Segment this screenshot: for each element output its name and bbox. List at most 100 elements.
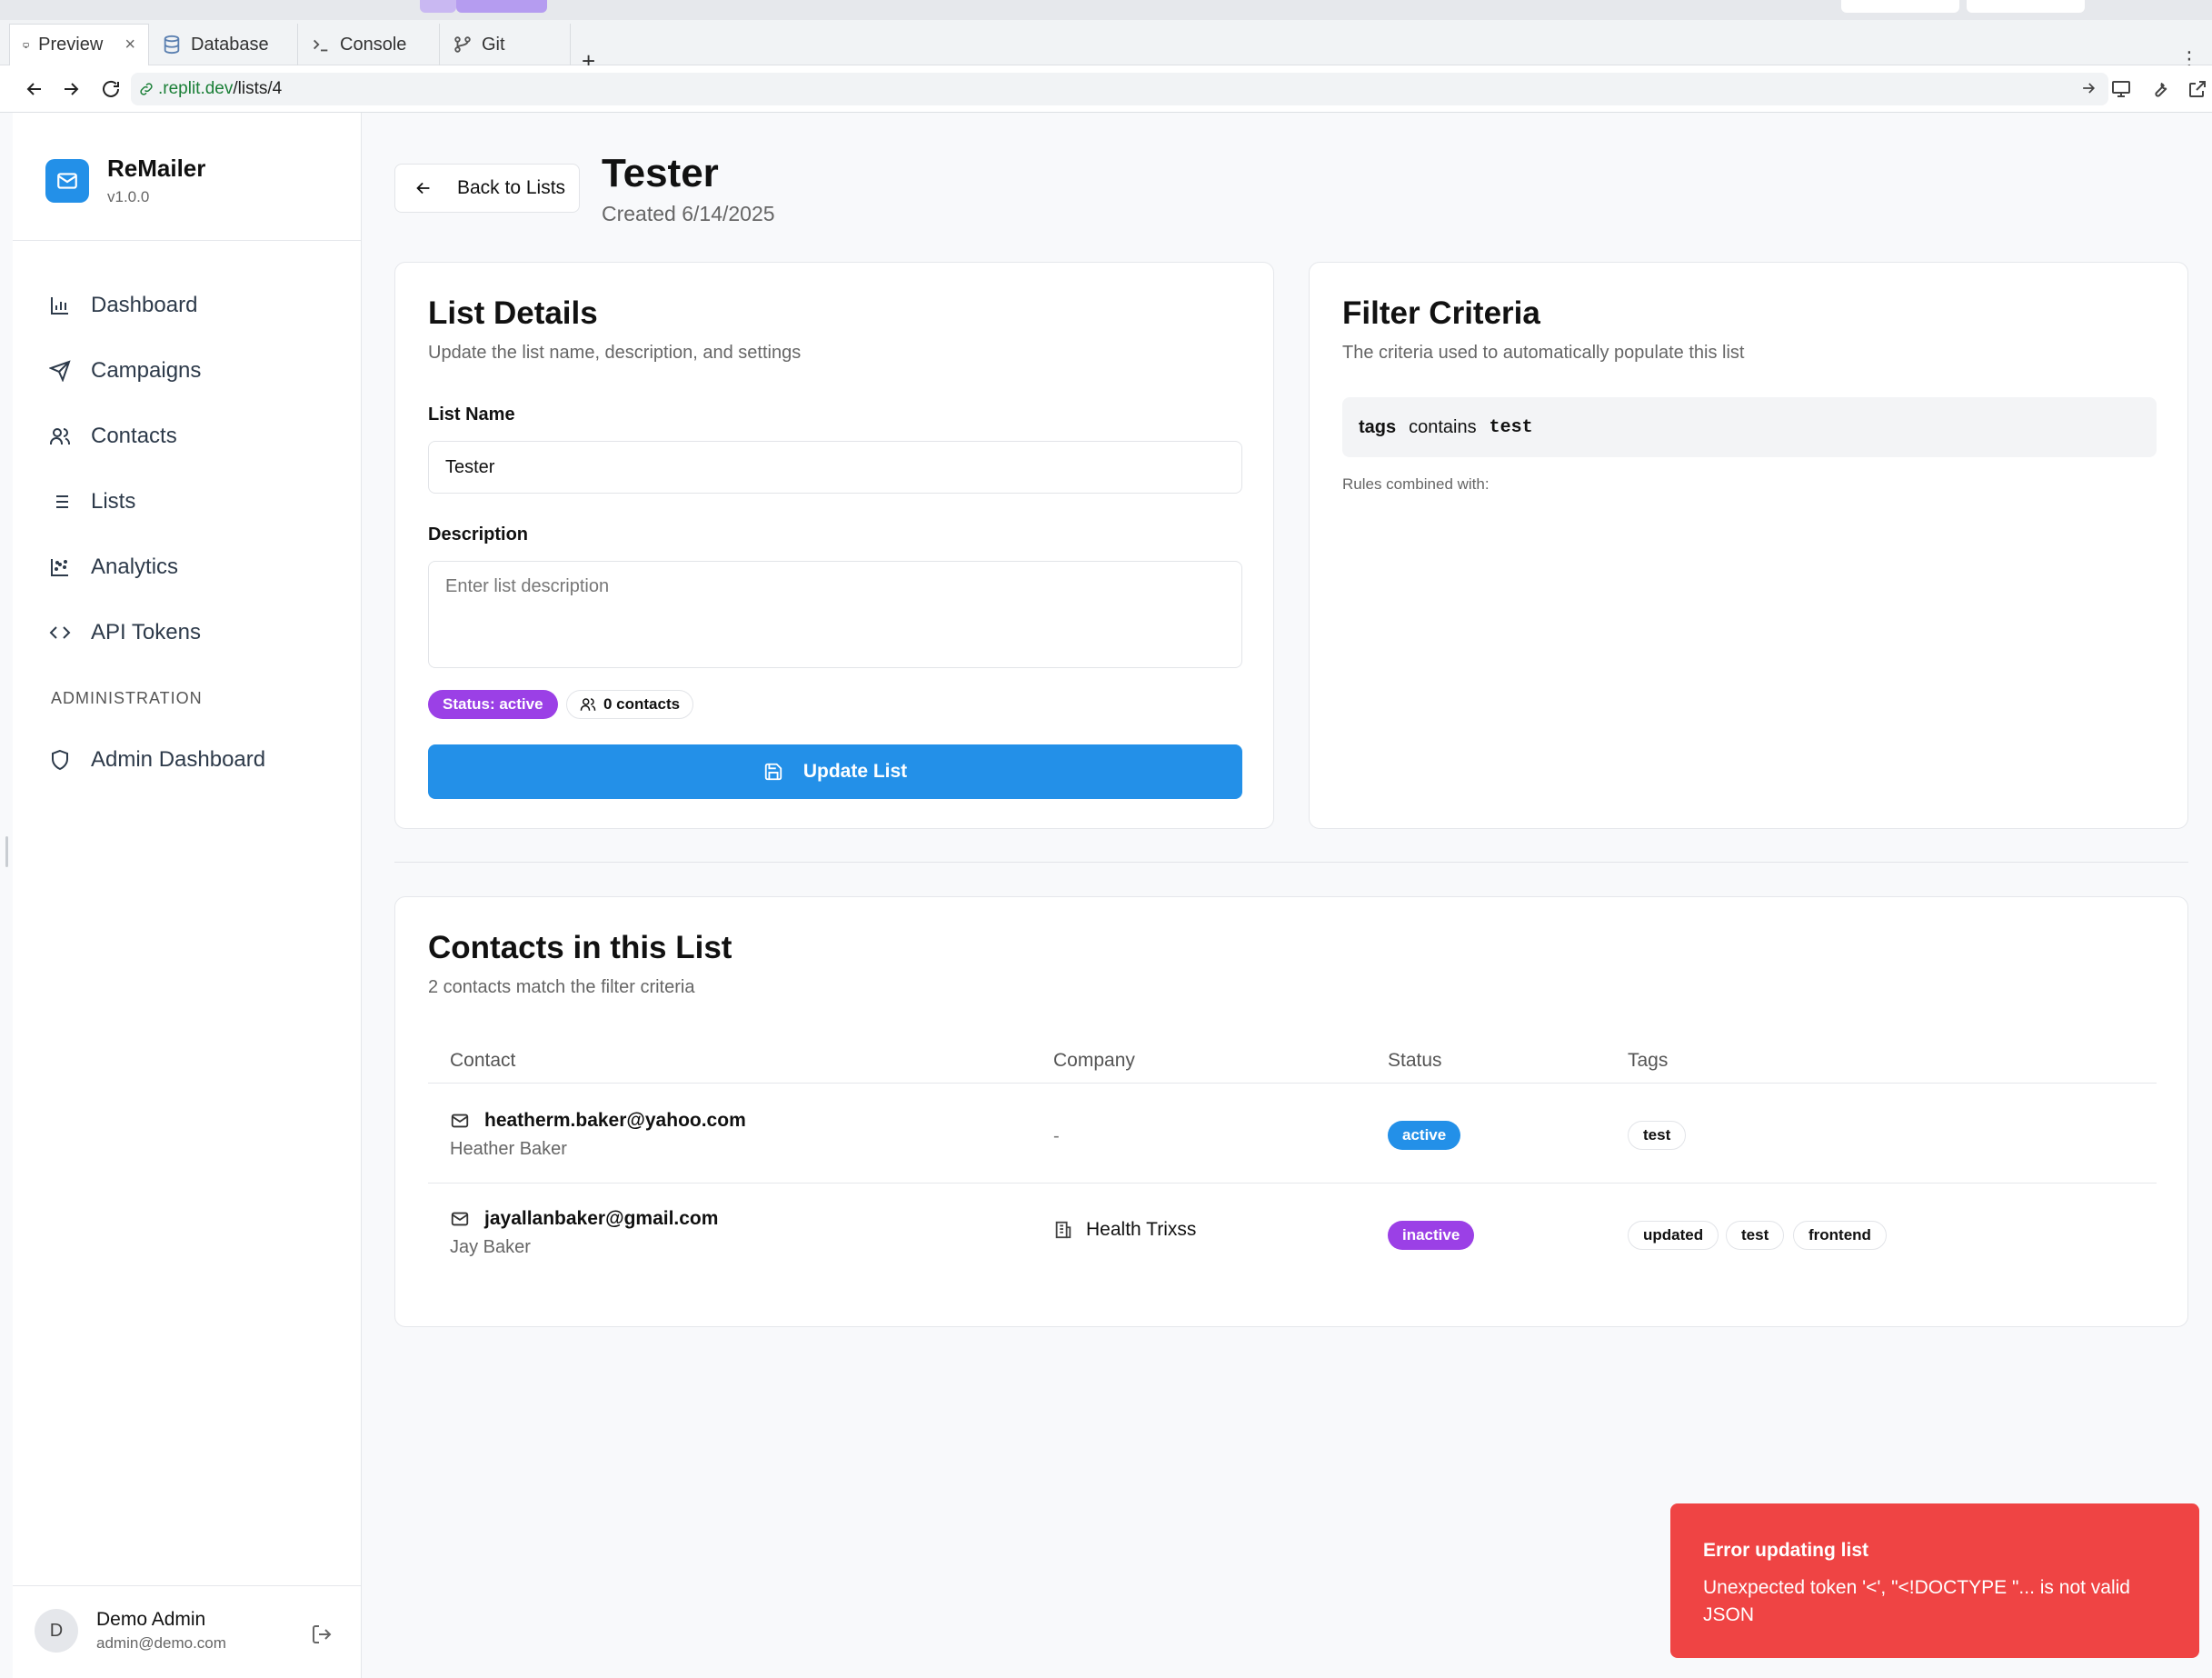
users-icon (580, 698, 596, 711)
list-name-input[interactable] (428, 441, 1242, 494)
brand-version: v1.0.0 (107, 188, 150, 205)
rule-field: tags (1359, 416, 1397, 437)
back-to-lists-button[interactable]: Back to Lists (394, 164, 580, 213)
top-control (1967, 0, 2085, 13)
url-path: /lists/4 (233, 79, 283, 98)
sidebar-item-label: Contacts (91, 424, 177, 448)
column-header: Contact (450, 1050, 516, 1071)
url-domain: .replit.dev (158, 79, 234, 98)
divider (13, 240, 362, 241)
column-header: Status (1388, 1050, 1442, 1071)
close-icon[interactable]: × (125, 35, 135, 55)
users-icon (50, 428, 70, 444)
rule-value: test (1489, 416, 1533, 438)
company-name: Health Trixss (1086, 1219, 1197, 1240)
workspace-pill (420, 0, 456, 13)
list-details-card: List Details Update the list name, descr… (394, 262, 1274, 829)
save-icon (764, 763, 782, 781)
update-list-button[interactable]: Update List (428, 744, 1242, 799)
avatar: D (35, 1609, 78, 1653)
reload-icon (103, 80, 119, 97)
tag-badge: frontend (1793, 1221, 1887, 1250)
building-icon (1055, 1221, 1071, 1239)
back-nav-button[interactable] (22, 76, 47, 102)
url-tools (2110, 78, 2208, 100)
update-button-label: Update List (802, 761, 908, 782)
shield-icon (52, 749, 68, 771)
status-badge: Status: active (428, 690, 558, 719)
sidebar-item-label: API Tokens (91, 620, 201, 644)
description-textarea[interactable] (428, 561, 1242, 668)
tab-git[interactable]: Git (440, 24, 571, 65)
page-title: Tester (602, 151, 719, 195)
sidebar-item-api-tokens[interactable]: API Tokens (49, 600, 201, 665)
tab-preview[interactable]: Preview × (9, 24, 149, 65)
divider (13, 1585, 362, 1586)
contacts-count-label: 0 contacts (603, 695, 681, 713)
tab-label: Console (340, 34, 407, 55)
back-button-label: Back to Lists (457, 177, 566, 198)
sidebar-nav: Dashboard Campaigns Contacts Lists Analy… (49, 273, 201, 665)
mail-logo-icon (45, 158, 89, 203)
wrench-icon[interactable] (2148, 78, 2170, 100)
url-bar: .replit.dev/lists/4 (0, 65, 2212, 113)
status-badge: inactive (1388, 1221, 1475, 1250)
top-control (1841, 0, 1959, 13)
external-link-icon[interactable] (2187, 78, 2208, 100)
sidebar-item-contacts[interactable]: Contacts (49, 404, 201, 469)
address-input[interactable]: .replit.dev/lists/4 (131, 73, 2108, 105)
tag-badge: updated (1628, 1221, 1719, 1250)
sidebar-item-dashboard[interactable]: Dashboard (49, 273, 201, 338)
mail-icon (451, 1212, 469, 1226)
go-arrow-icon[interactable] (2079, 79, 2097, 97)
tag-badge: test (1726, 1221, 1785, 1250)
os-top-strip (0, 0, 2212, 20)
card-description: The criteria used to automatically popul… (1342, 343, 1745, 363)
divider (428, 1183, 2157, 1184)
toast-message: Unexpected token '<', "<!DOCTYPE "... is… (1703, 1577, 2130, 1625)
rules-combined-label: Rules combined with: (1342, 475, 1490, 493)
reload-button[interactable] (98, 76, 124, 102)
forward-nav-button[interactable] (58, 76, 84, 102)
contacts-count-badge: 0 contacts (566, 690, 694, 719)
contact-email: heatherm.baker@yahoo.com (450, 1110, 746, 1132)
tab-label: Git (482, 34, 505, 55)
contacts-card: Contacts in this List 2 contacts match t… (394, 896, 2188, 1327)
link-icon (140, 83, 153, 95)
arrow-left-icon (26, 83, 41, 95)
card-description: 2 contacts match the filter criteria (428, 977, 695, 997)
brand[interactable]: ReMailer v1.0.0 (45, 155, 205, 206)
tab-database[interactable]: Database (149, 24, 298, 65)
admin-nav: Admin Dashboard (49, 727, 265, 793)
arrow-right-icon (65, 83, 79, 95)
terminal-icon (314, 39, 328, 52)
list-name-label: List Name (428, 405, 515, 424)
logout-button[interactable] (311, 1623, 333, 1650)
company-empty: - (1053, 1126, 1060, 1146)
sidebar-item-label: Admin Dashboard (91, 747, 266, 772)
sidebar: ReMailer v1.0.0 Dashboard Campaigns Cont… (13, 113, 362, 1678)
tab-console[interactable]: Console (298, 24, 440, 65)
code-icon (49, 626, 71, 639)
toast-title: Error updating list (1703, 1540, 1869, 1561)
card-description: Update the list name, description, and s… (428, 343, 802, 363)
status-badge: active (1388, 1121, 1461, 1150)
sidebar-item-lists[interactable]: Lists (49, 469, 201, 534)
tab-label: Database (191, 34, 269, 55)
sidebar-item-label: Dashboard (91, 293, 198, 317)
sidebar-item-admin-dashboard[interactable]: Admin Dashboard (49, 727, 265, 793)
filter-rule: tags contains test (1342, 397, 2157, 457)
tab-bar: Preview × Database Console Git + ⋮ (0, 20, 2212, 75)
card-title: Contacts in this List (428, 930, 732, 965)
sidebar-item-analytics[interactable]: Analytics (49, 534, 201, 600)
resize-handle[interactable] (5, 836, 8, 867)
contact-name: Jay Baker (450, 1237, 531, 1257)
error-toast[interactable]: Error updating list Unexpected token '<'… (1670, 1503, 2199, 1658)
send-icon (49, 360, 71, 382)
description-label: Description (428, 524, 529, 544)
sidebar-item-label: Campaigns (91, 358, 202, 383)
device-icon[interactable] (2110, 78, 2132, 100)
arrow-left-icon (416, 182, 430, 195)
card-title: List Details (428, 295, 598, 331)
sidebar-item-campaigns[interactable]: Campaigns (49, 338, 201, 404)
